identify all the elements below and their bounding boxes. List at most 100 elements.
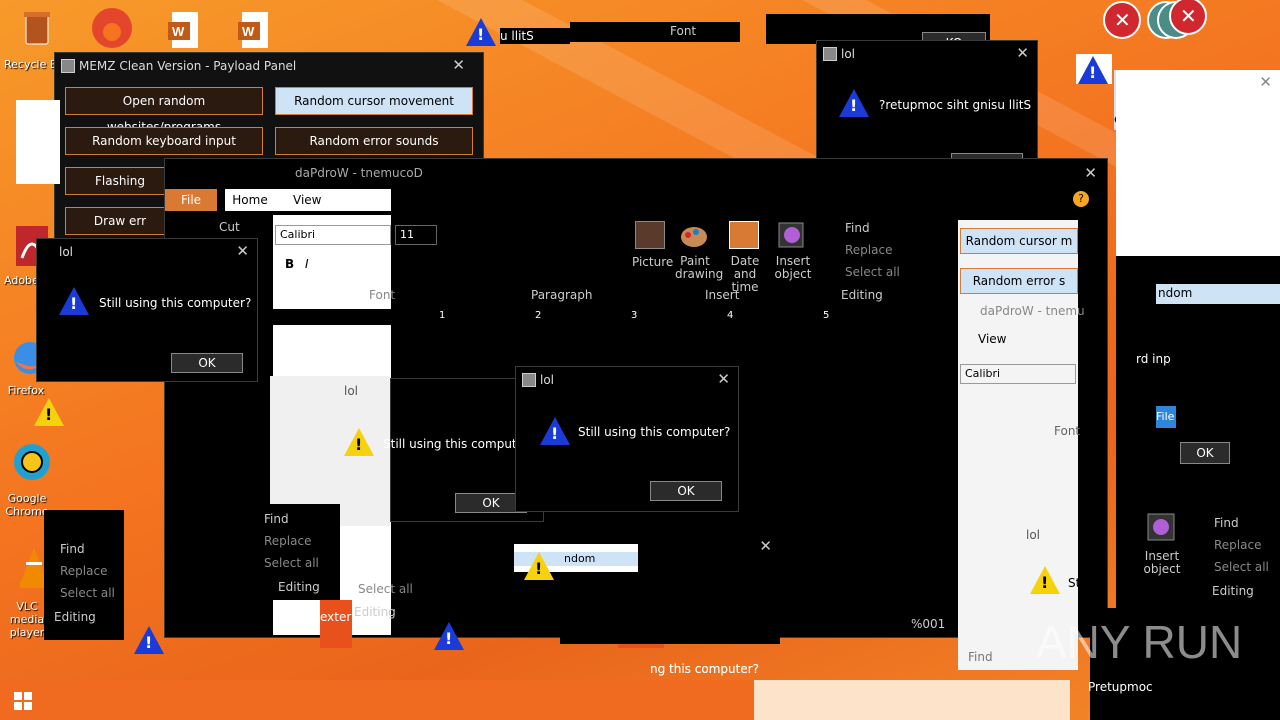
- warning-icon: [59, 287, 89, 315]
- font-family-select[interactable]: Calibri: [960, 364, 1076, 384]
- dialog-still-using: lol ✕ Still using this computer? OK: [36, 238, 258, 382]
- window-icon: [522, 373, 536, 387]
- picture-label[interactable]: Picture: [632, 255, 673, 269]
- close-icon[interactable]: ✕: [236, 243, 249, 259]
- window-fragment: extern: [320, 600, 359, 648]
- tab-file[interactable]: File: [1156, 406, 1176, 428]
- replace-button[interactable]: Replace: [60, 564, 107, 578]
- ok-button[interactable]: OK: [1180, 442, 1230, 464]
- dialog-titlebar: lol ✕: [817, 41, 1037, 67]
- replace-button[interactable]: Replace: [845, 243, 892, 257]
- open-random-websites-button[interactable]: Open random websites/programs: [65, 87, 263, 134]
- close-icon[interactable]: ✕: [759, 538, 772, 554]
- memz-titlebar: MEMZ Clean Version - Payload Panel ✕: [55, 53, 483, 79]
- replace-button[interactable]: Replace: [264, 534, 311, 548]
- dialog-fragment: Font: [570, 22, 740, 42]
- picture-icon[interactable]: [635, 221, 665, 249]
- tab-view[interactable]: View: [978, 332, 1006, 346]
- warning-icon: [466, 18, 496, 46]
- select-all-button[interactable]: Select all: [60, 586, 115, 600]
- window-fragment: [1076, 54, 1112, 84]
- window-fragment: ndom: [1156, 284, 1280, 304]
- replace-button[interactable]: Replace: [1214, 538, 1261, 552]
- close-icon[interactable]: ✕: [717, 371, 730, 387]
- font-family-select[interactable]: Calibri: [275, 225, 391, 245]
- word-document-icon[interactable]: W: [236, 10, 272, 52]
- random-keyboard-input-button[interactable]: Random keyboard input: [65, 127, 263, 155]
- warning-icon: [524, 552, 554, 580]
- window-fragment: ndom rd inp File OK Insert object Find R…: [1116, 256, 1280, 608]
- close-icon[interactable]: ✕: [1016, 45, 1029, 61]
- svg-text:✕: ✕: [1180, 4, 1197, 28]
- anyrun-watermark: ANY RUN: [1036, 616, 1243, 668]
- warning-icon: [839, 89, 869, 117]
- tab-file[interactable]: File: [165, 189, 217, 211]
- window-icon: [823, 47, 837, 61]
- warning-icon: [34, 398, 64, 426]
- random-cursor-movement-button[interactable]: Random cursor movement: [275, 87, 473, 115]
- find-button[interactable]: Find: [1214, 516, 1239, 530]
- warning-icon: [1078, 56, 1108, 84]
- recycle-bin-icon[interactable]: [16, 8, 56, 52]
- dialog-titlebar: lol ✕: [59, 242, 249, 260]
- find-button[interactable]: Find: [60, 542, 85, 556]
- dialog-titlebar: lol ✕: [516, 367, 738, 393]
- find-button[interactable]: Find: [968, 650, 993, 664]
- svg-text:W: W: [242, 24, 255, 39]
- word-document-icon[interactable]: W: [166, 10, 202, 52]
- chrome-icon[interactable]: [12, 442, 52, 482]
- warning-icon: [134, 626, 164, 654]
- svg-text:W: W: [172, 24, 185, 39]
- date-time-icon[interactable]: [729, 221, 759, 249]
- random-error-sounds-button[interactable]: Random error sounds: [275, 127, 473, 155]
- cut-button[interactable]: Cut: [219, 220, 240, 234]
- find-button[interactable]: Find: [264, 512, 289, 526]
- ribbon-fragment: Find Replace Select all Editing: [44, 510, 124, 640]
- tab-view[interactable]: View: [275, 189, 391, 211]
- insert-group-label: Insert: [705, 288, 740, 302]
- paint-drawing-label[interactable]: Paint drawing: [675, 255, 723, 281]
- random-error-button[interactable]: Random error s: [960, 268, 1078, 294]
- paint-drawing-icon[interactable]: [679, 221, 709, 249]
- ok-button[interactable]: OK: [171, 353, 243, 373]
- warning-icon: [344, 428, 374, 456]
- random-cursor-button[interactable]: Random cursor m: [960, 228, 1078, 254]
- zoom-level: %001: [911, 617, 946, 631]
- italic-button[interactable]: I: [305, 257, 309, 271]
- dialog-fragment: u llitS: [500, 28, 570, 44]
- font-size-select[interactable]: 11: [395, 225, 437, 245]
- ruler: 1 2 3 4 5: [263, 309, 963, 325]
- find-button[interactable]: Find: [845, 221, 870, 235]
- help-icon[interactable]: ?: [1073, 191, 1089, 207]
- select-all-button[interactable]: Select all: [1214, 560, 1269, 574]
- select-all-button[interactable]: Select all: [845, 265, 900, 279]
- select-all-button[interactable]: Select all: [264, 556, 319, 570]
- warning-icon: [434, 622, 464, 650]
- close-icon[interactable]: ✕: [452, 57, 465, 73]
- windows-start-icon[interactable]: [14, 692, 32, 710]
- insert-object-icon[interactable]: [777, 221, 807, 249]
- ribbon-fragment: Find Replace Select all Editing: [240, 504, 340, 600]
- window-fragment: [754, 680, 1070, 720]
- draw-errors-button[interactable]: Draw err: [65, 207, 175, 235]
- wordpad-titlebar: daPdroW - tnemucoD ✕: [295, 164, 1097, 182]
- editing-group-label: Editing: [841, 288, 883, 302]
- font-group-label: Font: [369, 288, 396, 302]
- warning-icon: [540, 417, 570, 445]
- window-fragment-right: Random cursor m Random error s daPdroW -…: [958, 220, 1085, 670]
- insert-object-icon[interactable]: [1146, 512, 1176, 542]
- flashing-button[interactable]: Flashing: [65, 167, 175, 195]
- insert-object-label[interactable]: Insert object: [1142, 550, 1182, 576]
- ok-button[interactable]: OK: [650, 481, 722, 501]
- dialog-still-using: lol ✕ Still using this computer? OK: [515, 366, 739, 512]
- bold-button[interactable]: B: [285, 257, 294, 271]
- window-fragment: ✕: [1116, 70, 1280, 260]
- taskbar: [0, 680, 754, 720]
- firefox-label: Firefox: [7, 384, 45, 397]
- tab-home[interactable]: Home: [225, 189, 275, 211]
- warning-icon: [1030, 566, 1060, 594]
- insert-object-label[interactable]: Insert object: [773, 255, 813, 281]
- close-icon[interactable]: ✕: [1084, 165, 1097, 181]
- close-icon[interactable]: ✕: [1259, 74, 1272, 90]
- edge-icon[interactable]: [86, 6, 138, 50]
